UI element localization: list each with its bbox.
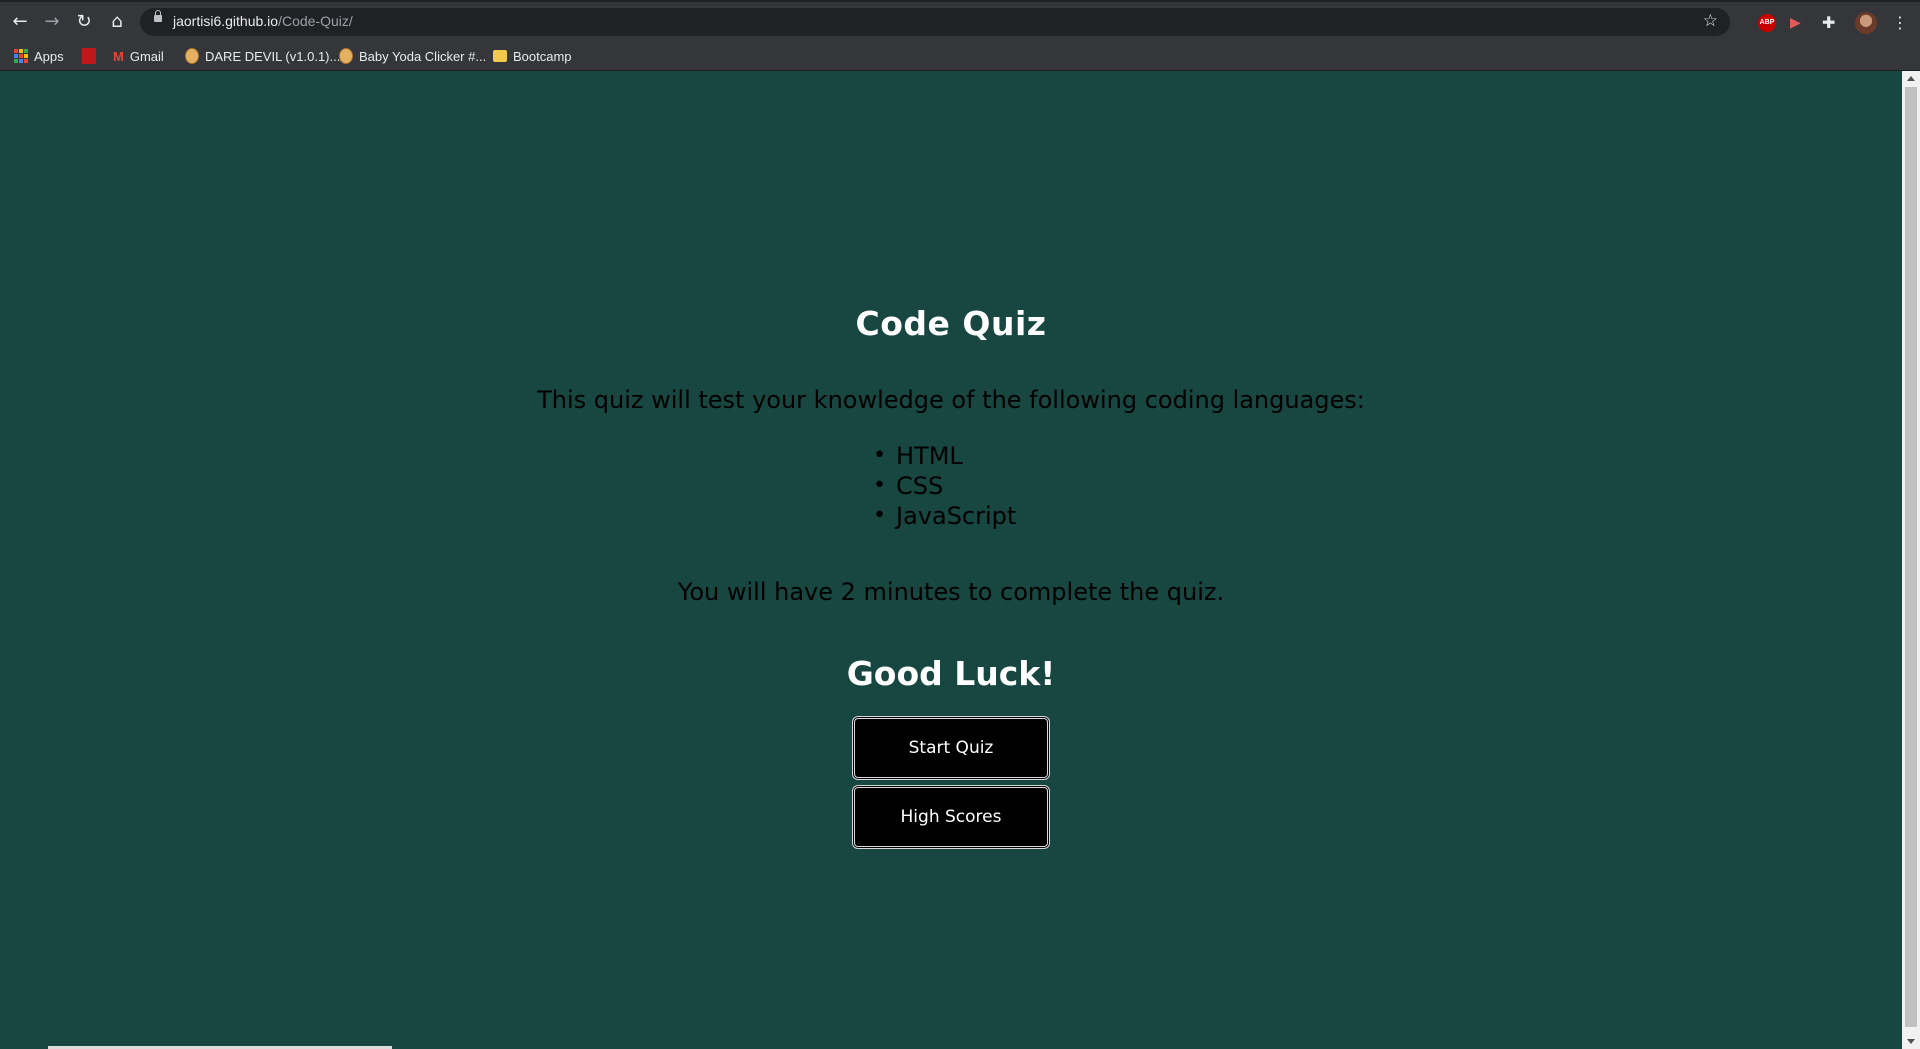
list-item: CSS bbox=[873, 471, 1016, 501]
vertical-scrollbar[interactable] bbox=[1902, 71, 1920, 1049]
folder-icon bbox=[493, 50, 507, 62]
start-quiz-button[interactable]: Start Quiz bbox=[852, 716, 1050, 780]
high-scores-button[interactable]: High Scores bbox=[852, 785, 1050, 849]
bookmark-dare-devil[interactable]: DARE DEVIL (v1.0.1)... bbox=[185, 47, 340, 65]
list-item: HTML bbox=[873, 441, 1016, 471]
bookmark-gmail[interactable]: M Gmail bbox=[113, 47, 164, 65]
bookmark-label: DARE DEVIL (v1.0.1)... bbox=[205, 48, 341, 64]
lock-icon bbox=[154, 10, 162, 22]
cookie-icon bbox=[339, 48, 353, 64]
bookmark-bootcamp[interactable]: Bootcamp bbox=[493, 47, 572, 65]
bookmark-label: Bootcamp bbox=[513, 48, 572, 64]
browser-toolbar: ← → ↻ ⌂ jaortisi6.github.io/Code-Quiz/ ☆… bbox=[0, 0, 1920, 41]
scrollbar-thumb[interactable] bbox=[1905, 87, 1917, 1027]
bookmarks-bar: Apps M Gmail DARE DEVIL (v1.0.1)... Baby… bbox=[0, 41, 1920, 71]
url-text[interactable]: jaortisi6.github.io/Code-Quiz/ bbox=[173, 13, 353, 29]
bookmark-apps[interactable]: Apps bbox=[14, 47, 64, 65]
back-arrow-icon[interactable]: ← bbox=[8, 11, 32, 33]
duration-text: You will have 2 minutes to complete the … bbox=[677, 578, 1225, 606]
list-item: JavaScript bbox=[873, 501, 1016, 531]
good-luck-heading: Good Luck! bbox=[846, 654, 1056, 693]
bookmark-label: Apps bbox=[34, 48, 64, 64]
profile-avatar[interactable] bbox=[1855, 12, 1877, 34]
bookmark-label: Gmail bbox=[129, 48, 164, 64]
browser-menu-icon[interactable]: ⋮ bbox=[1892, 14, 1908, 32]
extensions-puzzle-icon[interactable]: ✚ bbox=[1822, 14, 1842, 32]
reload-icon[interactable]: ↻ bbox=[72, 11, 96, 33]
cookie-icon bbox=[185, 48, 199, 64]
page-viewport: Code Quiz This quiz will test your knowl… bbox=[0, 71, 1902, 1049]
url-path: /Code-Quiz/ bbox=[278, 13, 353, 29]
video-extension-icon[interactable]: ▶ bbox=[1790, 14, 1810, 32]
scroll-up-arrow-icon[interactable] bbox=[1907, 76, 1915, 81]
adblock-icon[interactable]: ABP bbox=[1758, 14, 1776, 32]
language-list: HTML CSS JavaScript bbox=[873, 441, 1016, 531]
page-title: Code Quiz bbox=[855, 304, 1047, 343]
address-bar[interactable]: jaortisi6.github.io/Code-Quiz/ ☆ bbox=[140, 8, 1730, 36]
bookmark-star-icon[interactable]: ☆ bbox=[1703, 11, 1718, 31]
gmail-icon: M bbox=[113, 48, 124, 64]
bookmark-baby-yoda[interactable]: Baby Yoda Clicker #... bbox=[339, 47, 486, 65]
bookmark-red[interactable] bbox=[82, 47, 96, 65]
intro-text: This quiz will test your knowledge of th… bbox=[537, 386, 1365, 414]
forward-arrow-icon[interactable]: → bbox=[40, 11, 64, 33]
red-bookmark-icon bbox=[82, 48, 96, 64]
bookmark-label: Baby Yoda Clicker #... bbox=[359, 48, 487, 64]
url-host: jaortisi6.github.io bbox=[173, 13, 279, 29]
home-icon[interactable]: ⌂ bbox=[105, 11, 129, 33]
apps-grid-icon bbox=[14, 49, 28, 63]
scroll-down-arrow-icon[interactable] bbox=[1907, 1039, 1915, 1044]
